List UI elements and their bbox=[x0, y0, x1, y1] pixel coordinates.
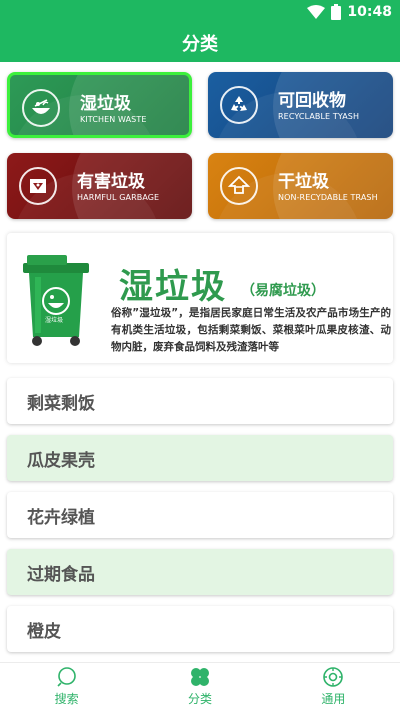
nav-item-general[interactable]: 通用 bbox=[267, 663, 400, 710]
list-item[interactable]: 剩菜剩饭 bbox=[7, 378, 393, 424]
list-item-label: 剩菜剩饭 bbox=[27, 393, 95, 414]
wifi-icon bbox=[307, 5, 326, 19]
category-subtitle: RECYCLABLE TYASH bbox=[278, 112, 360, 121]
category-card-wet-waste[interactable]: 湿垃圾 KITCHEN WASTE bbox=[7, 72, 192, 138]
detail-description: 俗称”湿垃圾”，是指居民家庭日常生活及农产品市场生产的有机类生活垃圾，包括剩菜剩… bbox=[111, 307, 391, 353]
status-bar: 10:48 bbox=[0, 0, 400, 24]
app-bar: 分类 bbox=[0, 24, 400, 62]
list-item-label: 过期食品 bbox=[27, 564, 95, 585]
clover-icon bbox=[190, 668, 209, 686]
list-item-label: 花卉绿植 bbox=[27, 507, 95, 528]
list-item[interactable]: 橙皮 bbox=[7, 606, 393, 652]
list-item[interactable]: 过期食品 bbox=[7, 549, 393, 595]
dry-waste-icon bbox=[220, 167, 258, 205]
page-title: 分类 bbox=[182, 34, 218, 55]
search-icon bbox=[57, 667, 76, 687]
category-detail-panel: 湿垃圾 湿垃圾 （易腐垃圾） 俗称”湿垃圾”，是指居民家庭日常生活及农产品市场生… bbox=[7, 233, 393, 363]
nav-label-category: 分类 bbox=[187, 692, 212, 706]
list-item-label: 橙皮 bbox=[27, 621, 61, 642]
detail-alias: （易腐垃圾） bbox=[241, 283, 325, 299]
list-item[interactable]: 花卉绿植 bbox=[7, 492, 393, 538]
recycle-icon bbox=[220, 86, 258, 124]
kitchen-waste-icon bbox=[22, 89, 60, 127]
list-item-label: 瓜皮果壳 bbox=[27, 450, 95, 471]
category-card-dry-waste[interactable]: 干垃圾 NON-RECYDABLE TRASH bbox=[208, 153, 393, 219]
category-title: 有害垃圾 bbox=[77, 172, 145, 192]
battery-icon bbox=[331, 4, 342, 20]
category-card-recyclable[interactable]: 可回收物 RECYCLABLE TYASH bbox=[208, 72, 393, 138]
nav-label-general: 通用 bbox=[321, 692, 346, 706]
trash-bin-illustration: 湿垃圾 bbox=[21, 249, 91, 349]
category-title: 可回收物 bbox=[278, 91, 346, 111]
category-subtitle: HARMFUL GARBAGE bbox=[77, 193, 160, 202]
detail-title: 湿垃圾 bbox=[119, 267, 227, 307]
nav-item-category[interactable]: 分类 bbox=[133, 663, 266, 710]
nav-label-search: 搜索 bbox=[54, 692, 79, 706]
status-time: 10:48 bbox=[347, 4, 392, 20]
status-icons: 10:48 bbox=[307, 3, 392, 21]
harmful-waste-icon bbox=[19, 167, 57, 205]
category-title: 湿垃圾 bbox=[80, 94, 131, 114]
nav-item-search[interactable]: 搜索 bbox=[0, 663, 133, 710]
category-card-harmful[interactable]: 有害垃圾 HARMFUL GARBAGE bbox=[7, 153, 192, 219]
category-subtitle: KITCHEN WASTE bbox=[80, 115, 147, 124]
list-item[interactable]: 瓜皮果壳 bbox=[7, 435, 393, 481]
bin-label: 湿垃圾 bbox=[45, 317, 64, 324]
bottom-nav: 搜索 分类 通用 bbox=[0, 662, 400, 710]
settings-icon bbox=[323, 667, 344, 687]
category-subtitle: NON-RECYDABLE TRASH bbox=[278, 193, 378, 202]
category-title: 干垃圾 bbox=[278, 172, 329, 192]
